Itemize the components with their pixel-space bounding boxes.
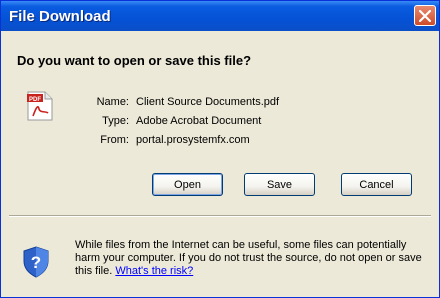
file-from-value: portal.prosystemfx.com [136,134,250,146]
save-button[interactable]: Save [244,173,315,196]
svg-text:?: ? [31,253,41,272]
type-label: Type: [102,115,129,127]
from-label: From: [100,134,129,146]
file-name-value: Client Source Documents.pdf [136,96,280,108]
name-label: Name: [96,96,129,108]
close-icon [419,10,431,22]
file-download-dialog: File Download Do you want to open or sav… [0,0,440,298]
title-bar[interactable]: File Download [1,1,439,31]
cancel-button[interactable]: Cancel [341,173,412,196]
file-type-value: Adobe Acrobat Document [136,115,262,127]
whats-the-risk-link[interactable]: What's the risk? [115,265,193,277]
dialog-title: File Download [9,8,111,25]
svg-text:PDF: PDF [29,97,41,103]
pdf-file-icon: PDF [27,91,53,126]
dialog-question: Do you want to open or save this file? [17,53,252,68]
shield-question-icon: ? [22,246,50,283]
open-button[interactable]: Open [152,173,223,196]
security-warning: While files from the Internet can be use… [75,239,425,278]
divider [9,215,431,217]
close-button[interactable] [414,5,436,26]
